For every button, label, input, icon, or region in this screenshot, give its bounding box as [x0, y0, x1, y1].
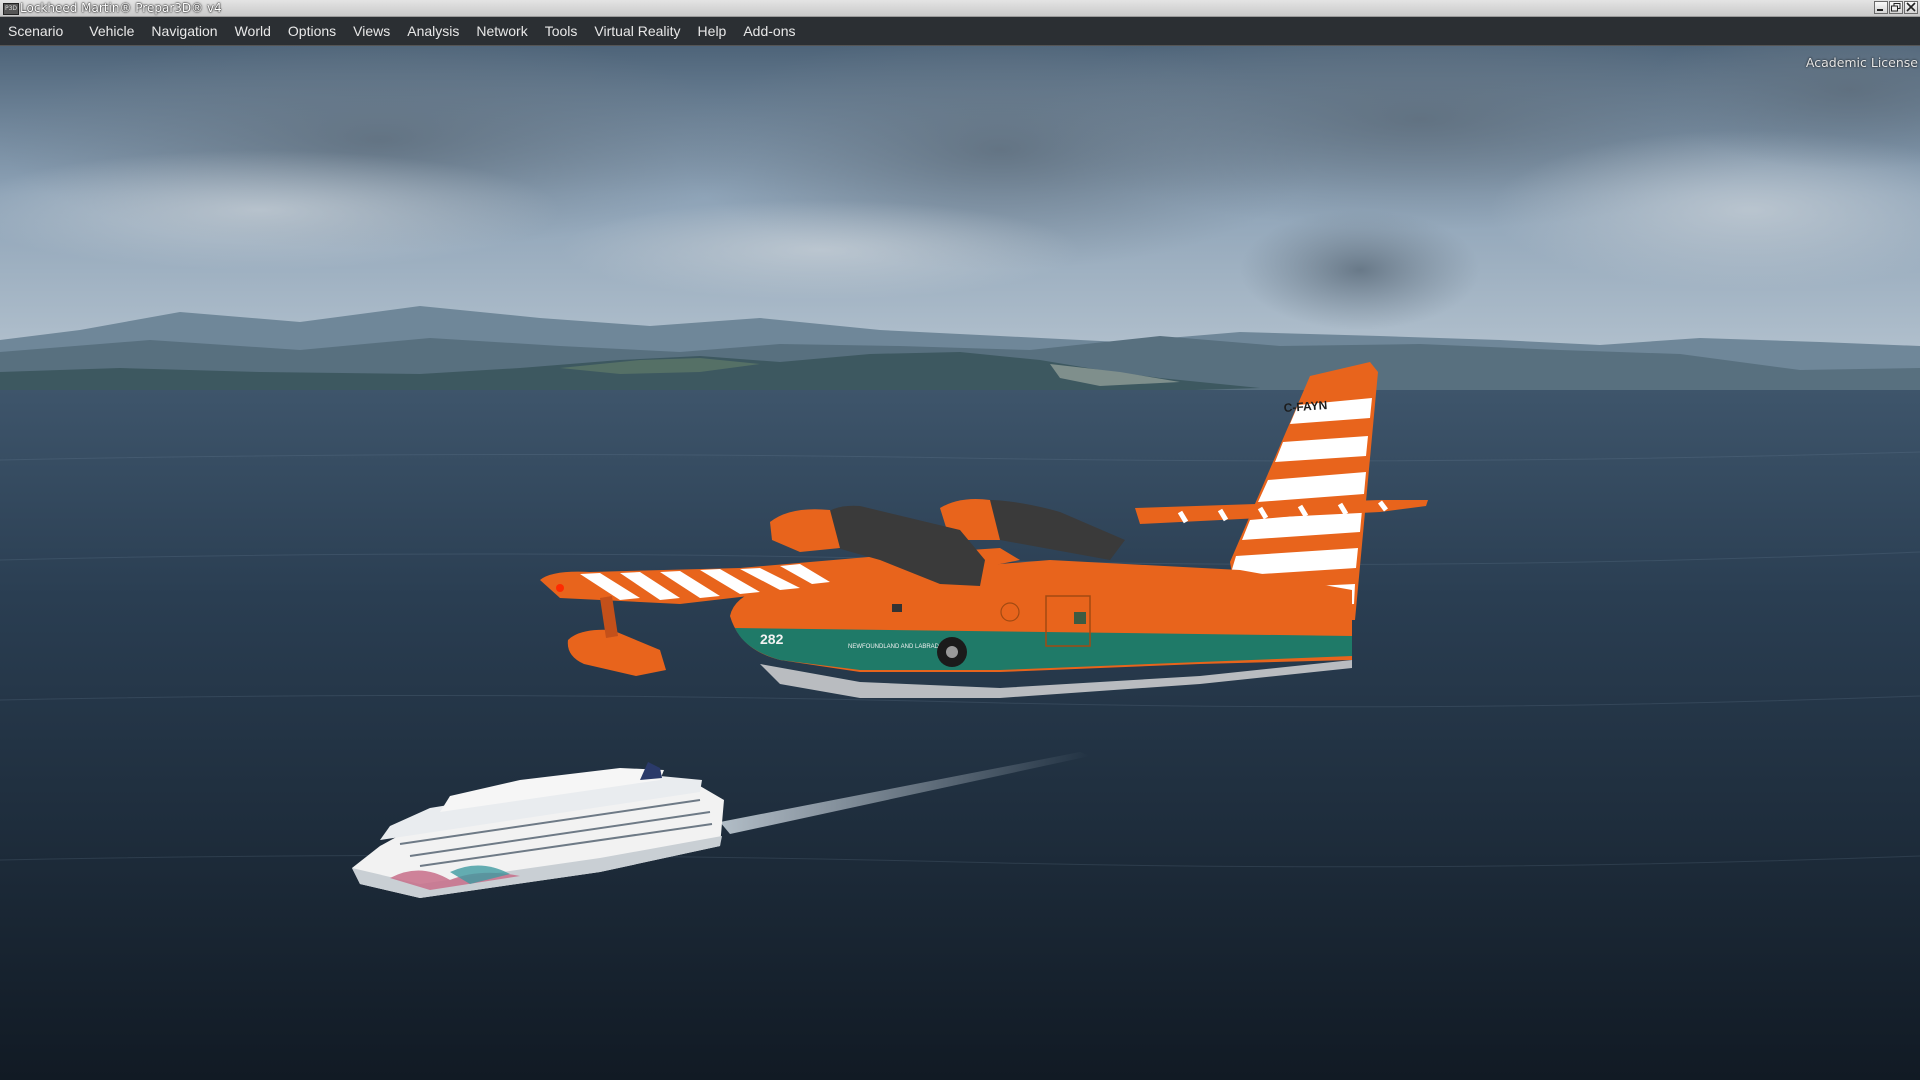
window-title: Lockheed Martin® Prepar3D® v4 — [20, 1, 222, 15]
app-icon[interactable]: P3D — [3, 3, 19, 15]
menu-scenario[interactable]: Scenario — [2, 17, 74, 45]
minimize-button[interactable] — [1874, 1, 1888, 14]
scene-render: C-FAYN 282 NEWFOUNDLAND AND LABRADOR — [0, 46, 1920, 1080]
menu-network[interactable]: Network — [470, 17, 538, 45]
license-label: Academic License — [1805, 55, 1918, 70]
close-button[interactable] — [1904, 1, 1918, 14]
menu-help[interactable]: Help — [692, 17, 738, 45]
menu-add-ons[interactable]: Add-ons — [737, 17, 806, 45]
restore-icon — [1891, 3, 1901, 12]
menu-tools[interactable]: Tools — [539, 17, 589, 45]
window-titlebar[interactable]: P3D Lockheed Martin® Prepar3D® v4 — [0, 0, 1920, 17]
sea — [0, 390, 1920, 1080]
restore-button[interactable] — [1889, 1, 1903, 14]
fuselage-text: NEWFOUNDLAND AND LABRADOR — [848, 644, 949, 650]
menu-analysis[interactable]: Analysis — [401, 17, 470, 45]
menu-options[interactable]: Options — [282, 17, 347, 45]
minimize-icon — [1877, 9, 1883, 11]
menu-vehicle[interactable]: Vehicle — [74, 17, 145, 45]
simulation-viewport[interactable]: C-FAYN 282 NEWFOUNDLAND AND LABRADOR — [0, 46, 1920, 1080]
fleet-number-text: 282 — [760, 631, 784, 647]
window-controls — [1874, 1, 1918, 14]
menu-views[interactable]: Views — [347, 17, 401, 45]
menu-navigation[interactable]: Navigation — [145, 17, 228, 45]
menu-bar: Scenario Vehicle Navigation World Option… — [0, 17, 1920, 46]
menu-virtual-reality[interactable]: Virtual Reality — [588, 17, 691, 45]
close-icon — [1906, 2, 1916, 12]
menu-world[interactable]: World — [229, 17, 282, 45]
